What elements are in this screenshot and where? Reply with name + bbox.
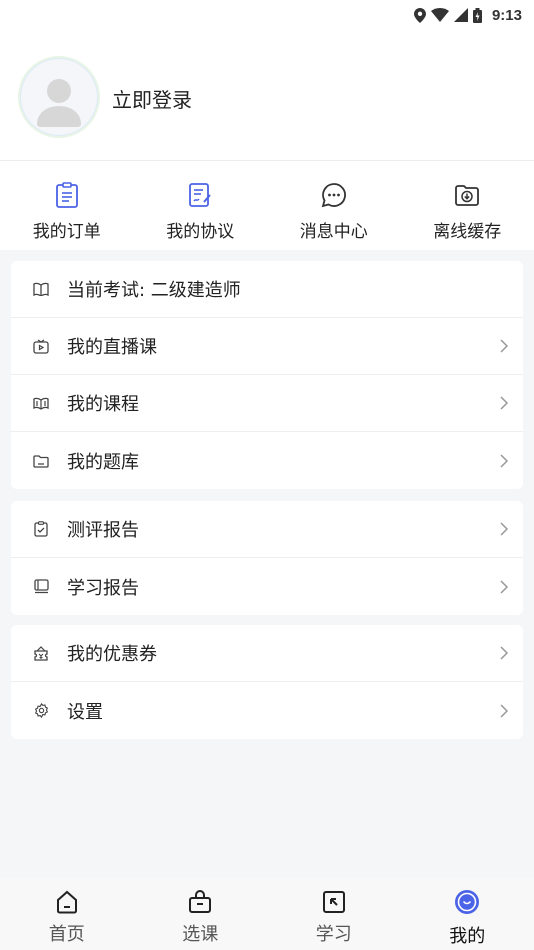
chevron-right-icon	[500, 703, 509, 718]
home-icon	[53, 888, 81, 916]
live-course-label: 我的直播课	[67, 337, 157, 358]
nav-courses[interactable]: 选课	[134, 878, 268, 950]
status-icons: 9:13	[413, 6, 522, 24]
location-icon	[413, 7, 426, 23]
book-open-icon	[33, 281, 49, 297]
chevron-right-icon	[500, 646, 509, 660]
live-course-row[interactable]: 我的直播课	[11, 318, 523, 375]
message-icon	[320, 181, 348, 209]
section-learning: 当前考试: 二级建造师 我的直播课 我的课程 我的题库	[11, 261, 523, 489]
current-exam-row[interactable]: 当前考试: 二级建造师	[11, 261, 523, 318]
current-exam-label: 当前考试: 二级建造师	[67, 280, 241, 301]
offline-cache-icon	[453, 181, 481, 209]
chevron-right-icon	[500, 453, 509, 468]
status-bar: 9:13	[0, 0, 534, 30]
orders-label: 我的订单	[32, 222, 101, 242]
nav-home[interactable]: 首页	[0, 878, 134, 950]
study-icon	[320, 888, 348, 916]
section-account: 我的优惠券 设置	[11, 625, 523, 739]
avatar[interactable]	[18, 56, 100, 138]
agreement-button[interactable]: 我的协议	[134, 161, 268, 250]
question-bank-label: 我的题库	[67, 451, 139, 473]
section-reports: 测评报告 学习报告	[11, 501, 523, 615]
settings-row[interactable]: 设置	[11, 682, 523, 739]
live-tv-icon	[33, 338, 49, 354]
agreement-label: 我的协议	[166, 222, 235, 242]
folder-icon	[33, 453, 49, 469]
report-book-icon	[33, 579, 49, 595]
coupons-row[interactable]: 我的优惠券	[11, 625, 523, 682]
nav-study-label: 学习	[315, 924, 352, 945]
assessment-report-row[interactable]: 测评报告	[11, 501, 523, 558]
my-courses-label: 我的课程	[67, 394, 139, 415]
wifi-icon	[430, 8, 449, 22]
orders-icon	[53, 181, 81, 209]
bag-icon	[186, 888, 214, 916]
bottom-nav: 首页 选课 学习 我的	[0, 878, 534, 950]
agreement-icon	[186, 181, 214, 209]
nav-study[interactable]: 学习	[267, 878, 401, 950]
chevron-right-icon	[500, 339, 509, 353]
my-courses-row[interactable]: 我的课程	[11, 375, 523, 432]
chevron-right-icon	[500, 396, 509, 410]
nav-profile[interactable]: 我的	[401, 878, 534, 950]
question-bank-row[interactable]: 我的题库	[11, 432, 523, 489]
nav-home-label: 首页	[48, 924, 85, 945]
status-time: 9:13	[491, 6, 522, 24]
message-center-button[interactable]: 消息中心	[267, 161, 401, 250]
chevron-right-icon	[500, 579, 509, 594]
signal-icon	[453, 8, 468, 22]
message-center-label: 消息中心	[299, 222, 368, 242]
battery-icon	[472, 7, 482, 23]
orders-button[interactable]: 我的订单	[0, 161, 134, 250]
course-book-icon	[33, 395, 49, 411]
login-link[interactable]: 立即登录	[112, 84, 192, 113]
coupon-icon	[33, 645, 49, 661]
study-report-row[interactable]: 学习报告	[11, 558, 523, 615]
coupons-label: 我的优惠券	[67, 644, 157, 665]
chevron-right-icon	[500, 522, 509, 536]
profile-icon	[453, 888, 481, 916]
clipboard-check-icon	[33, 521, 49, 537]
quick-actions: 我的订单 我的协议 消息中心 离线缓存	[0, 160, 534, 250]
settings-label: 设置	[67, 701, 103, 723]
nav-courses-label: 选课	[182, 924, 219, 945]
default-avatar-icon	[37, 79, 81, 127]
study-report-label: 学习报告	[67, 577, 139, 599]
profile-header: 立即登录	[0, 30, 534, 160]
gear-icon	[33, 703, 49, 719]
offline-cache-label: 离线缓存	[433, 222, 502, 242]
assessment-report-label: 测评报告	[67, 520, 139, 541]
nav-profile-label: 我的	[449, 926, 486, 947]
offline-cache-button[interactable]: 离线缓存	[401, 161, 534, 250]
